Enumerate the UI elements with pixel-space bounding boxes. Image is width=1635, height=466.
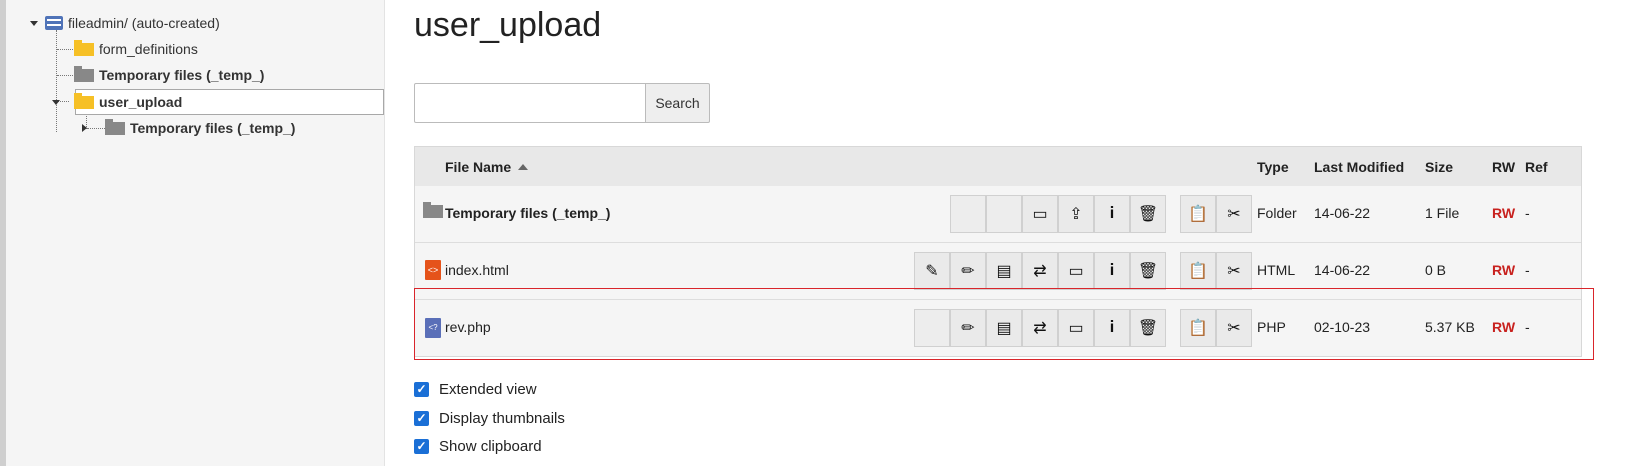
tree-item-form-definitions[interactable]: form_definitions	[74, 36, 198, 62]
edit-metadata-icon[interactable]: ✏	[950, 252, 986, 290]
info-icon[interactable]: 𝐢	[1094, 195, 1130, 233]
option-label: Extended view	[439, 380, 537, 398]
tree-root[interactable]: fileadmin/ (auto-created)	[30, 10, 220, 36]
file-name[interactable]: index.html	[445, 262, 509, 278]
folder-tree-pane: fileadmin/ (auto-created) form_definitio…	[6, 0, 385, 466]
html-file-icon: <>	[425, 260, 441, 280]
file-type: Folder	[1257, 205, 1297, 221]
view-icon[interactable]: ▤	[986, 252, 1022, 290]
delete-icon[interactable]: 🗑	[1130, 195, 1166, 233]
sort-asc-icon	[518, 164, 529, 170]
caret-down-icon[interactable]	[52, 99, 60, 105]
option-extended-view[interactable]: ✓ Extended view	[414, 378, 537, 400]
tree-item-label: form_definitions	[99, 41, 198, 57]
tree-item-label: Temporary files (_temp_)	[99, 67, 265, 83]
header-rw: RW	[1492, 159, 1516, 175]
clipboard-icon[interactable]: 📋	[1180, 195, 1216, 233]
option-show-clipboard[interactable]: ✓ Show clipboard	[414, 435, 542, 457]
page-title: user_upload	[414, 6, 602, 44]
header-label: File Name	[445, 159, 512, 175]
caret-right-icon[interactable]	[82, 124, 87, 132]
clipboard-icon[interactable]: 📋	[1180, 252, 1216, 290]
header-last-modified[interactable]: Last Modified	[1314, 159, 1404, 175]
folder-icon	[423, 202, 443, 218]
tree-item-label: Temporary files (_temp_)	[130, 120, 296, 136]
checkbox-checked-icon[interactable]: ✓	[414, 381, 429, 397]
option-label: Show clipboard	[439, 437, 542, 455]
header-type[interactable]: Type	[1257, 159, 1289, 175]
folder-icon	[105, 118, 125, 135]
search-button[interactable]: Search	[645, 83, 710, 123]
checkbox-checked-icon[interactable]: ✓	[414, 438, 429, 454]
header-ref: Ref	[1525, 159, 1548, 175]
rename-icon[interactable]: ▭	[1058, 252, 1094, 290]
file-rw: RW	[1492, 205, 1516, 221]
upload-icon[interactable]: ⇪	[1058, 195, 1094, 233]
file-modified: 14-06-22	[1314, 262, 1371, 278]
file-ref: -	[1525, 262, 1530, 278]
tree-root-label: fileadmin/ (auto-created)	[68, 15, 220, 31]
table-header: File Name Type Last Modified Size RW Ref	[415, 147, 1581, 187]
tree-item-label: user_upload	[99, 94, 183, 110]
edit-content-icon[interactable]: ✎	[914, 252, 950, 290]
file-name[interactable]: Temporary files (_temp_)	[445, 205, 610, 221]
header-file-name[interactable]: File Name	[445, 159, 529, 175]
option-display-thumbnails[interactable]: ✓ Display thumbnails	[414, 407, 565, 429]
header-size[interactable]: Size	[1425, 159, 1453, 175]
checkbox-checked-icon[interactable]: ✓	[414, 410, 429, 426]
info-icon[interactable]: 𝐢	[1094, 252, 1130, 290]
file-size: 1 File	[1425, 205, 1460, 221]
search-input[interactable]	[414, 83, 646, 123]
folder-open-icon	[74, 92, 94, 109]
folder-icon	[74, 39, 94, 56]
cut-icon[interactable]: ✂	[1216, 195, 1252, 233]
replace-icon[interactable]: ⇄	[1022, 252, 1058, 290]
file-modified: 14-06-22	[1314, 205, 1371, 221]
tree-item-temp[interactable]: Temporary files (_temp_)	[74, 62, 264, 88]
file-ref: -	[1525, 205, 1530, 221]
folder-icon	[74, 65, 94, 82]
rename-icon[interactable]: ▭	[1022, 195, 1058, 233]
option-label: Display thumbnails	[439, 409, 565, 427]
delete-icon[interactable]: 🗑	[1130, 252, 1166, 290]
server-icon	[45, 16, 63, 30]
file-rw: RW	[1492, 262, 1516, 278]
action-empty	[950, 195, 986, 233]
file-type: HTML	[1257, 262, 1296, 278]
file-size: 0 B	[1425, 262, 1447, 278]
caret-down-icon[interactable]	[30, 20, 38, 26]
tree-item-user-upload[interactable]: user_upload	[52, 89, 182, 115]
table-row[interactable]: Temporary files (_temp_) ▭ ⇪ 𝐢 🗑 📋 ✂ Fol…	[415, 186, 1581, 243]
action-empty	[986, 195, 1022, 233]
highlight-box	[414, 288, 1594, 360]
tree-item-temp-nested[interactable]: Temporary files (_temp_)	[82, 115, 295, 141]
cut-icon[interactable]: ✂	[1216, 252, 1252, 290]
